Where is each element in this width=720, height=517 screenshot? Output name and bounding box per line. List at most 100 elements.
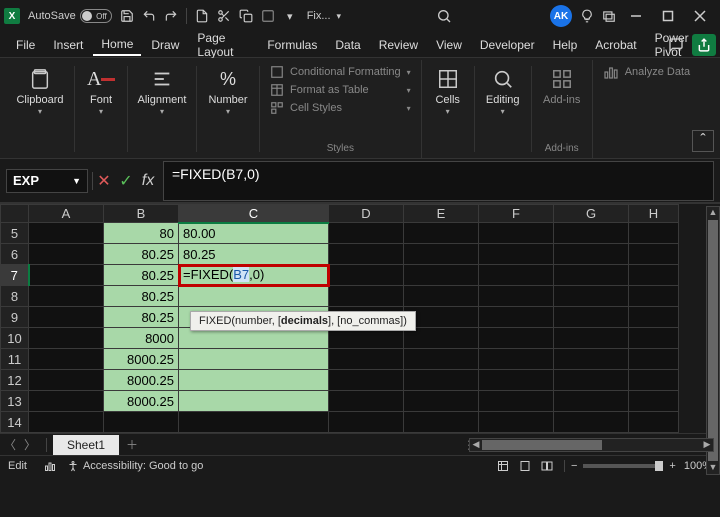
lightbulb-icon[interactable] bbox=[576, 5, 598, 27]
row-header[interactable]: 9 bbox=[1, 307, 29, 328]
zoom-slider[interactable] bbox=[583, 464, 663, 468]
tab-review[interactable]: Review bbox=[371, 35, 426, 55]
new-icon[interactable] bbox=[191, 5, 213, 27]
cell[interactable]: 8000.25 bbox=[104, 349, 179, 370]
minimize-button[interactable] bbox=[620, 2, 652, 30]
select-all-corner[interactable] bbox=[1, 205, 29, 223]
sheet-next-button[interactable]: 〉 bbox=[20, 436, 40, 453]
cell[interactable]: 8000.25 bbox=[104, 391, 179, 412]
switch-windows-icon[interactable] bbox=[598, 5, 620, 27]
tab-view[interactable]: View bbox=[428, 35, 470, 55]
row-header[interactable]: 6 bbox=[1, 244, 29, 265]
spreadsheet-grid[interactable]: A B C D E F G H 58080.00 680.2580.25 780… bbox=[0, 204, 720, 433]
insert-function-button[interactable]: fx bbox=[137, 170, 159, 192]
cell[interactable]: 8000.25 bbox=[104, 370, 179, 391]
sheet-tab[interactable]: Sheet1 bbox=[53, 435, 119, 455]
cells-button[interactable]: Cells bbox=[428, 64, 468, 116]
col-header-b[interactable]: B bbox=[104, 205, 179, 223]
qat-more-icon[interactable]: ▾ bbox=[279, 5, 301, 27]
tab-page-layout[interactable]: Page Layout bbox=[189, 28, 257, 62]
copy-icon[interactable] bbox=[235, 5, 257, 27]
cell[interactable]: 8000 bbox=[104, 328, 179, 349]
function-tooltip[interactable]: FIXED(number, [decimals], [no_commas]) bbox=[190, 311, 416, 331]
clipboard-button[interactable]: Clipboard bbox=[12, 64, 68, 116]
row-header[interactable]: 13 bbox=[1, 391, 29, 412]
tab-data[interactable]: Data bbox=[327, 35, 368, 55]
number-button[interactable]: % Number bbox=[203, 64, 253, 116]
cell[interactable] bbox=[179, 391, 329, 412]
row-header[interactable]: 5 bbox=[1, 223, 29, 244]
redo-icon[interactable] bbox=[160, 5, 182, 27]
cell[interactable]: 80.25 bbox=[104, 307, 179, 328]
conditional-formatting-button[interactable]: Conditional Formatting▾ bbox=[266, 64, 415, 80]
add-sheet-button[interactable]: ＋ bbox=[119, 436, 145, 453]
zoom-out-button[interactable]: − bbox=[571, 460, 577, 472]
col-header-g[interactable]: G bbox=[554, 205, 629, 223]
cell[interactable]: 80 bbox=[104, 223, 179, 244]
cell-styles-button[interactable]: Cell Styles▾ bbox=[266, 100, 415, 116]
autosave-toggle[interactable]: Off bbox=[80, 9, 112, 23]
col-header-d[interactable]: D bbox=[329, 205, 404, 223]
page-layout-view-button[interactable] bbox=[514, 460, 536, 472]
sheet-prev-button[interactable]: 〈 bbox=[0, 436, 20, 453]
row-header[interactable]: 14 bbox=[1, 412, 29, 433]
stats-icon[interactable] bbox=[43, 460, 57, 472]
cell[interactable] bbox=[179, 370, 329, 391]
cell[interactable]: 80.25 bbox=[179, 244, 329, 265]
search-icon[interactable] bbox=[433, 5, 455, 27]
cell[interactable] bbox=[179, 349, 329, 370]
font-button[interactable]: A Font bbox=[81, 64, 121, 116]
user-avatar[interactable]: AK bbox=[550, 5, 572, 27]
row-header[interactable]: 7 bbox=[1, 265, 29, 286]
col-header-c[interactable]: C bbox=[179, 205, 329, 223]
editing-cell[interactable]: =FIXED(B7,0) bbox=[179, 265, 329, 286]
alignment-button[interactable]: Alignment bbox=[134, 64, 190, 116]
cut-icon[interactable] bbox=[213, 5, 235, 27]
tab-home[interactable]: Home bbox=[93, 34, 141, 56]
tab-help[interactable]: Help bbox=[545, 35, 586, 55]
col-header-a[interactable]: A bbox=[29, 205, 104, 223]
tab-draw[interactable]: Draw bbox=[143, 35, 187, 55]
tab-file[interactable]: File bbox=[8, 35, 43, 55]
name-box[interactable]: EXP ▼ bbox=[6, 169, 88, 193]
cell[interactable] bbox=[104, 412, 179, 433]
share-button[interactable] bbox=[692, 34, 716, 56]
editing-button[interactable]: Editing bbox=[481, 64, 525, 116]
format-as-table-button[interactable]: Format as Table▾ bbox=[266, 82, 415, 98]
close-button[interactable] bbox=[684, 2, 716, 30]
cell[interactable] bbox=[179, 412, 329, 433]
comments-icon[interactable] bbox=[664, 34, 688, 56]
col-header-h[interactable]: H bbox=[629, 205, 679, 223]
undo-icon[interactable] bbox=[138, 5, 160, 27]
save-icon[interactable] bbox=[116, 5, 138, 27]
tab-developer[interactable]: Developer bbox=[472, 35, 543, 55]
cancel-formula-button[interactable]: ✕ bbox=[93, 170, 115, 192]
tab-formulas[interactable]: Formulas bbox=[259, 35, 325, 55]
unknown-qat-icon[interactable] bbox=[257, 5, 279, 27]
cell[interactable]: 80.25 bbox=[104, 286, 179, 307]
cell[interactable]: 80.00 bbox=[179, 223, 329, 244]
row-header[interactable]: 8 bbox=[1, 286, 29, 307]
cell[interactable]: 80.25 bbox=[104, 244, 179, 265]
collapse-ribbon-button[interactable]: ˆ bbox=[692, 130, 714, 152]
addins-button[interactable]: Add-ins bbox=[538, 64, 586, 106]
horizontal-scrollbar[interactable]: ◀▶ bbox=[469, 438, 714, 452]
normal-view-button[interactable] bbox=[492, 460, 514, 472]
tab-acrobat[interactable]: Acrobat bbox=[587, 35, 644, 55]
row-header[interactable]: 11 bbox=[1, 349, 29, 370]
cell[interactable] bbox=[179, 286, 329, 307]
analyze-data-button[interactable]: Analyze Data bbox=[603, 64, 690, 80]
enter-formula-button[interactable]: ✓ bbox=[115, 170, 137, 192]
zoom-in-button[interactable]: + bbox=[669, 460, 675, 472]
row-header[interactable]: 10 bbox=[1, 328, 29, 349]
chevron-down-icon[interactable]: ▼ bbox=[72, 176, 81, 186]
cell[interactable]: 80.25 bbox=[104, 265, 179, 286]
file-name[interactable]: Fix... bbox=[307, 10, 331, 22]
tab-insert[interactable]: Insert bbox=[45, 35, 91, 55]
col-header-f[interactable]: F bbox=[479, 205, 554, 223]
page-break-view-button[interactable] bbox=[536, 460, 558, 472]
col-header-e[interactable]: E bbox=[404, 205, 479, 223]
accessibility-status[interactable]: Accessibility: Good to go bbox=[67, 460, 203, 472]
formula-input[interactable]: =FIXED(B7,0) bbox=[163, 161, 714, 201]
maximize-button[interactable] bbox=[652, 2, 684, 30]
